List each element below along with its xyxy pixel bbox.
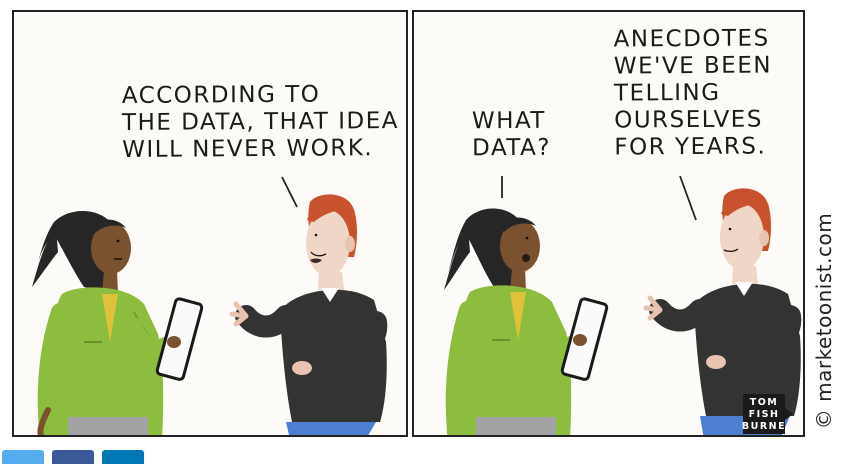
panel-1-illustration (32, 176, 388, 435)
woman-figure-2 (444, 208, 609, 435)
artist-signature: TOM FISH BURNE (741, 392, 795, 435)
twitter-share-button[interactable] (2, 450, 44, 464)
copyright-credit: © marketoonist.com (812, 212, 836, 430)
facebook-share-button[interactable] (52, 450, 94, 464)
comic-panel-2: WHAT DATA? ANECDOTES WE'VE BEEN TELLING … (412, 10, 805, 437)
woman-figure (32, 210, 204, 435)
man-speech-bubble-2: ANECDOTES WE'VE BEEN TELLING OURSELVES F… (613, 25, 773, 161)
comic-panel-1: ACCORDING TO THE DATA, THAT IDEA WILL NE… (12, 10, 408, 437)
man-speech-bubble: ACCORDING TO THE DATA, THAT IDEA WILL NE… (121, 81, 400, 163)
linkedin-share-button[interactable] (102, 450, 144, 464)
man-figure (229, 194, 388, 435)
woman-speech-bubble: WHAT DATA? (471, 107, 552, 162)
